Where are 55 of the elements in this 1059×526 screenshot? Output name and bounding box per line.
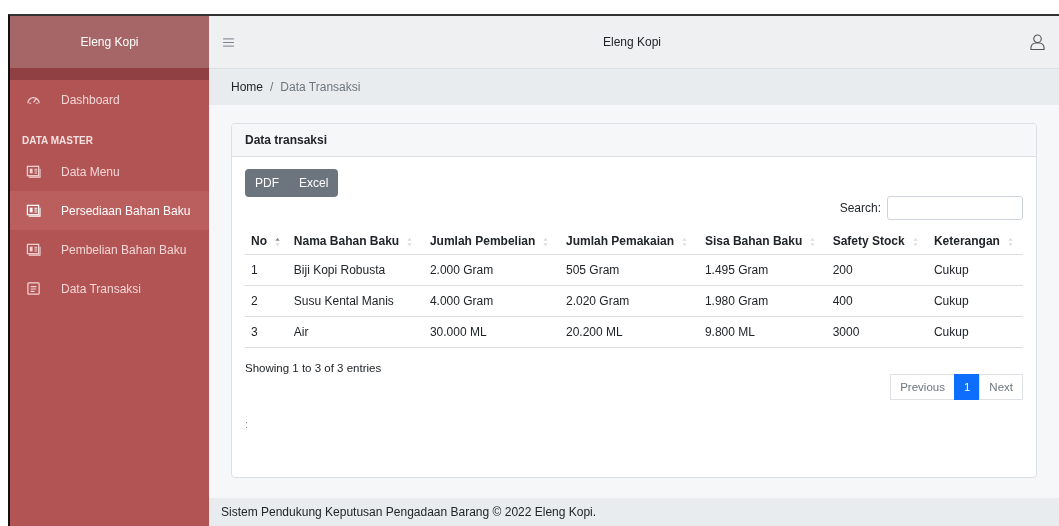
menu-icon[interactable] [223, 37, 234, 47]
table-cell: 30.000 ML [423, 316, 560, 348]
nav-item[interactable]: Pembelian Bahan Baku [10, 230, 209, 269]
table-cell: 2.000 Gram [423, 254, 560, 286]
entries-info: Showing 1 to 3 of 3 entries [245, 362, 383, 374]
card-icon [26, 203, 41, 218]
card-icon [26, 164, 41, 179]
table-cell: Biji Kopi Robusta [287, 254, 424, 286]
table-cell: Cukup [927, 254, 1023, 286]
column-header[interactable]: Keterangan [927, 228, 1023, 255]
search-field[interactable] [887, 196, 1023, 220]
table-cell: 9.800 ML [698, 316, 827, 348]
search-label: Search: [839, 201, 881, 215]
pagination-button[interactable]: Next [979, 374, 1023, 400]
column-header[interactable]: Nama Bahan Baku [287, 228, 424, 255]
export-button[interactable]: Excel [289, 169, 339, 197]
brand-title: Eleng Kopi [10, 16, 209, 80]
table-cell: 3 [245, 316, 288, 348]
footer-text: Sistem Pendukung Keputusan Pengadaan Barang © 2022 Eleng Kopi. [209, 498, 1059, 526]
table-cell: 1 [245, 254, 288, 286]
nav-item[interactable]: Dashboard [10, 80, 209, 119]
nav-item[interactable]: Data Menu [10, 152, 209, 191]
table-cell: 1.980 Gram [698, 285, 827, 317]
table-cell: 4.000 Gram [423, 285, 560, 317]
header-title: Eleng Kopi [601, 35, 662, 49]
pagination-button[interactable]: Previous [890, 374, 955, 400]
card-title: Data transaksi [232, 124, 1036, 157]
column-header[interactable]: Safety Stock [826, 228, 928, 255]
breadcrumb-item[interactable]: Home [231, 80, 263, 94]
table-cell: Susu Kental Manis [287, 285, 424, 317]
table-cell: 400 [826, 285, 928, 317]
card-icon [26, 242, 41, 257]
section-heading: DATA MASTER [21, 134, 94, 148]
nav-item[interactable]: Persediaan Bahan Baku [10, 191, 209, 230]
column-header[interactable]: Jumlah Pembelian [423, 228, 560, 255]
table-cell: 200 [826, 254, 928, 286]
document-icon [26, 281, 41, 296]
table-cell: 20.200 ML [560, 316, 699, 348]
breadcrumb-item: Data Transaksi [280, 80, 361, 94]
table-cell: 3000 [826, 316, 928, 348]
note-text: : [245, 418, 250, 430]
table-cell: 2.020 Gram [560, 285, 699, 317]
column-header[interactable]: Sisa Bahan Baku [698, 228, 827, 255]
export-button[interactable]: PDF [245, 169, 289, 197]
table-cell: 1.495 Gram [698, 254, 827, 286]
nav-item[interactable]: Data Transaksi [10, 269, 209, 308]
table-cell: 505 Gram [560, 254, 699, 286]
breadcrumb-separator: / [270, 80, 274, 94]
user-icon[interactable] [1030, 33, 1045, 51]
column-header[interactable]: Jumlah Pemakaian [560, 228, 699, 255]
table-cell: 2 [245, 285, 288, 317]
table-cell: Cukup [927, 285, 1023, 317]
table-cell: Cukup [927, 316, 1023, 348]
column-header[interactable]: No [245, 228, 288, 255]
table-cell: Air [287, 316, 424, 348]
